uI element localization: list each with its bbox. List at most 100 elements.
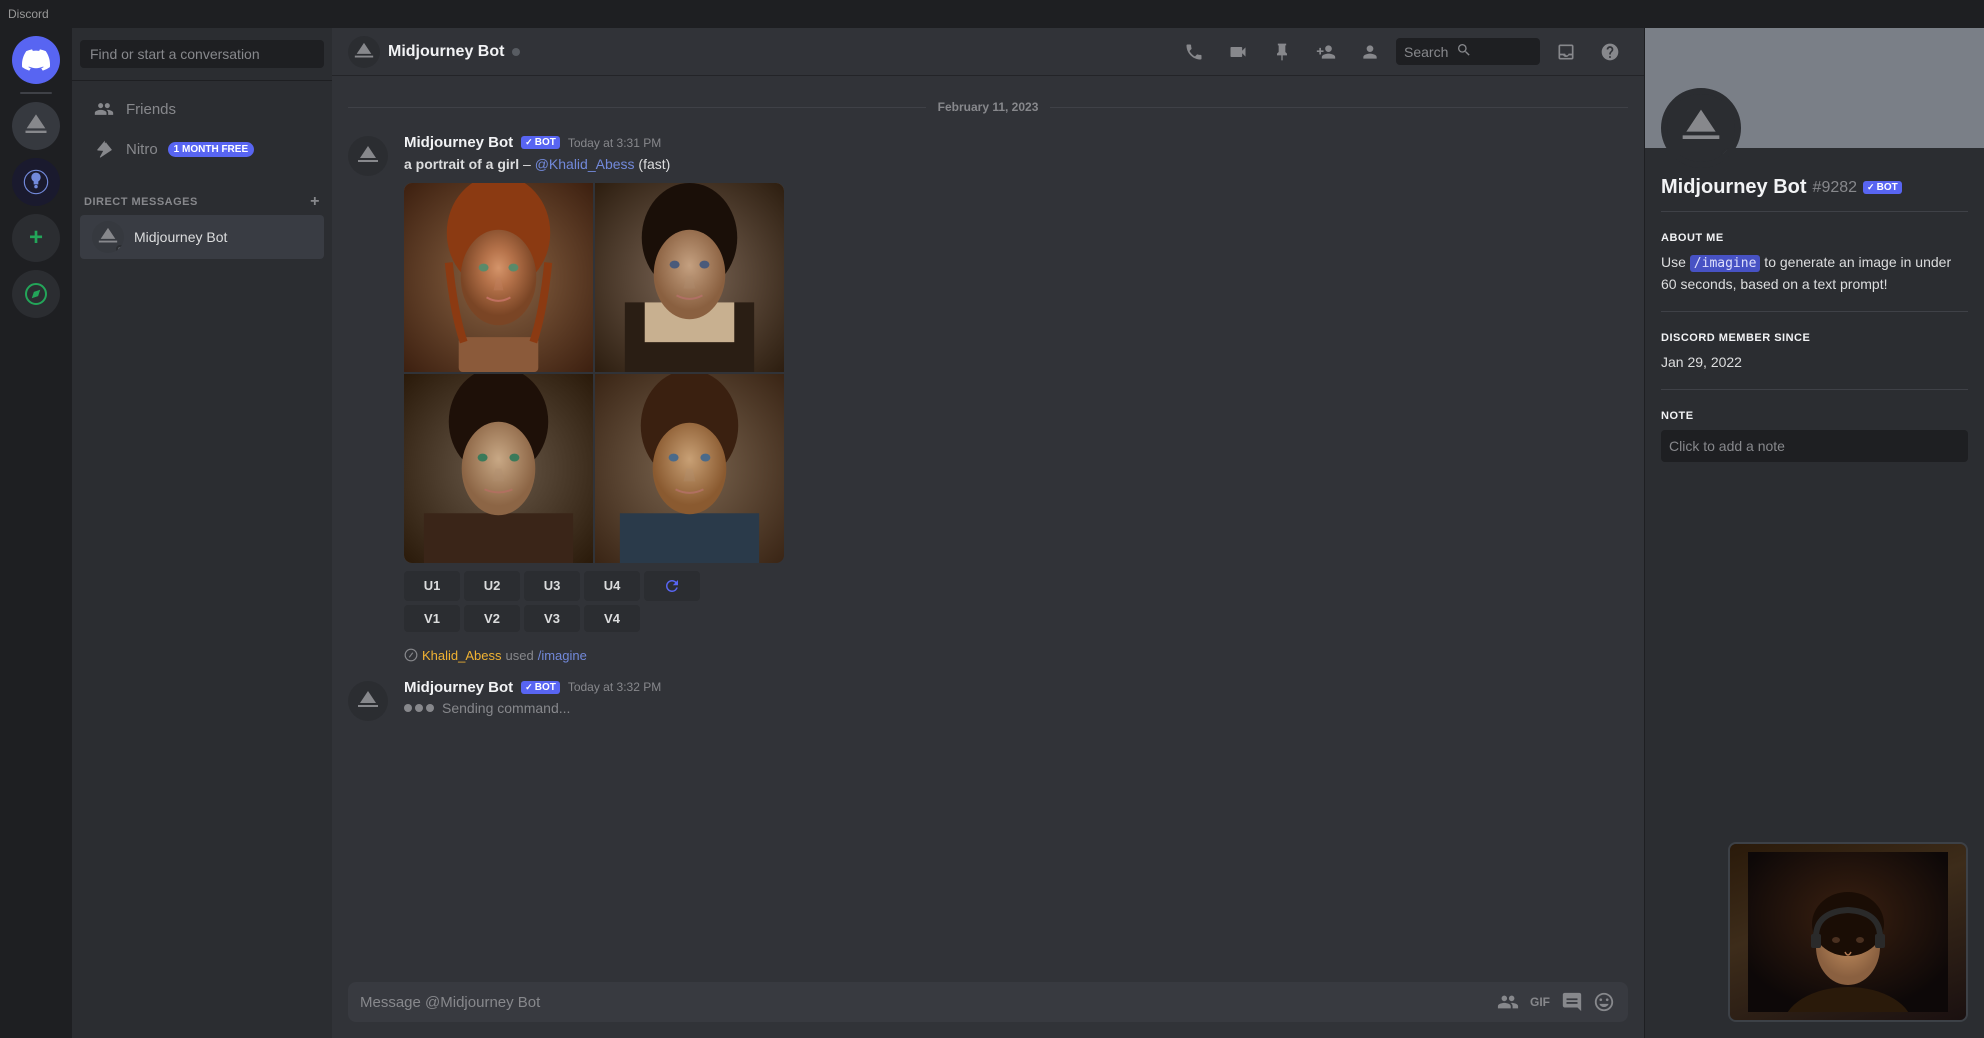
message-input[interactable] <box>360 994 1488 1011</box>
add-icon: + <box>29 224 43 252</box>
explore-servers-button[interactable] <box>12 270 60 318</box>
video-icon <box>1228 42 1248 62</box>
msg-bold-text: a portrait of a girl <box>404 156 519 172</box>
emoji-icon <box>1593 991 1615 1013</box>
u3-button[interactable]: U3 <box>524 571 580 601</box>
friends-nav-item[interactable]: Friends <box>80 89 324 129</box>
slash-icon <box>404 648 418 662</box>
v4-button[interactable]: V4 <box>584 605 640 632</box>
people-icon[interactable] <box>1496 990 1520 1014</box>
profile-bot-badge: ✓ BOT <box>1863 181 1902 194</box>
checkmark-icon: ✓ <box>525 137 533 148</box>
message-group-2: Khalid_Abess used /imagine <box>332 644 1644 671</box>
portrait-image-2[interactable] <box>595 183 784 372</box>
bot-status-dot <box>116 245 124 253</box>
message-content-1: Midjourney Bot ✓ BOT Today at 3:31 PM a … <box>404 134 1628 636</box>
portrait-image-4[interactable] <box>595 374 784 563</box>
msg-header-1: Midjourney Bot ✓ BOT Today at 3:31 PM <box>404 134 1628 151</box>
server-icon-2[interactable] <box>12 158 60 206</box>
refresh-button[interactable] <box>644 571 700 601</box>
video-content <box>1730 844 1966 1020</box>
v2-button[interactable]: V2 <box>464 605 520 632</box>
msg-author-1: Midjourney Bot <box>404 134 513 151</box>
add-server-button[interactable]: + <box>12 214 60 262</box>
imagine-command-tag: /imagine <box>1690 255 1761 272</box>
profile-name: Midjourney Bot #9282 ✓ BOT <box>1661 176 1968 199</box>
sending-indicator: Sending command... <box>404 700 1628 716</box>
server-icon-1[interactable] <box>12 102 60 150</box>
bot-avatar-2 <box>348 681 388 721</box>
discord-home-button[interactable] <box>12 36 60 84</box>
help-button[interactable] <box>1592 34 1628 70</box>
video-button[interactable] <box>1220 34 1256 70</box>
message-group-1: Midjourney Bot ✓ BOT Today at 3:31 PM a … <box>332 130 1644 640</box>
ai-icon <box>22 168 50 196</box>
profile-body: Midjourney Bot #9282 ✓ BOT ABOUT ME Use … <box>1645 148 1984 478</box>
profile-divider-2 <box>1661 311 1968 312</box>
header-search[interactable]: Search <box>1396 38 1540 65</box>
profile-divider <box>1661 211 1968 212</box>
msg-author-3: Midjourney Bot <box>404 679 513 696</box>
portrait-svg-3 <box>404 374 593 563</box>
member-since-title: DISCORD MEMBER SINCE <box>1661 332 1968 344</box>
slash-command: /imagine <box>538 648 587 663</box>
note-section: NOTE Click to add a note <box>1661 410 1968 462</box>
dm-nav: Friends Nitro 1 MONTH FREE <box>72 81 332 177</box>
channel-name: Midjourney Bot <box>388 43 504 61</box>
nitro-nav-item[interactable]: Nitro 1 MONTH FREE <box>80 129 324 169</box>
dm-midjourney-bot[interactable]: Midjourney Bot <box>80 215 324 259</box>
portrait-svg-4 <box>595 374 784 563</box>
note-input[interactable]: Click to add a note <box>1661 430 1968 462</box>
message-group-3: Midjourney Bot ✓ BOT Today at 3:32 PM <box>332 675 1644 725</box>
search-bar <box>72 28 332 81</box>
friends-icon <box>92 97 116 121</box>
emoji-button[interactable] <box>1592 990 1616 1014</box>
profile-sailboat-icon <box>1679 106 1723 150</box>
online-status-dot <box>512 48 520 56</box>
profile-discriminator: #9282 <box>1813 179 1858 197</box>
sticker-button[interactable] <box>1560 990 1584 1014</box>
sending-text: Sending command... <box>442 700 570 716</box>
msg-content-3: Midjourney Bot ✓ BOT Today at 3:32 PM <box>404 679 1628 721</box>
add-member-button[interactable] <box>1308 34 1344 70</box>
discord-icon <box>22 46 50 74</box>
u1-button[interactable]: U1 <box>404 571 460 601</box>
portrait-image-1[interactable] <box>404 183 593 372</box>
pin-button[interactable] <box>1264 34 1300 70</box>
dot-3 <box>426 704 434 712</box>
message-input-container: GIF <box>348 982 1628 1022</box>
pin-icon <box>1272 42 1292 62</box>
bot-badge-2: ✓ BOT <box>521 681 560 694</box>
dot-1 <box>404 704 412 712</box>
add-dm-button[interactable]: + <box>310 193 320 211</box>
inbox-button[interactable] <box>1548 34 1584 70</box>
sticker-icon <box>1561 991 1583 1013</box>
profile-bot-name: Midjourney Bot <box>1661 176 1807 199</box>
messages-area[interactable]: February 11, 2023 Midjourney Bot <box>332 76 1644 982</box>
titlebar: Discord <box>0 0 1984 28</box>
secondary-msg-content: Khalid_Abess used /imagine <box>404 648 587 667</box>
about-me-text: Use /imagine to generate an image in und… <box>1661 252 1968 295</box>
v3-button[interactable]: V3 <box>524 605 580 632</box>
profile-avatar-large <box>1661 88 1741 168</box>
compass-icon <box>24 282 48 306</box>
v1-button[interactable]: V1 <box>404 605 460 632</box>
search-label: Search <box>1404 44 1448 60</box>
call-button[interactable] <box>1176 34 1212 70</box>
video-feed <box>1748 852 1948 1012</box>
message-input-bar: GIF <box>332 982 1644 1038</box>
phone-icon <box>1184 42 1204 62</box>
midjourney-bot-avatar <box>92 221 124 253</box>
about-me-section: ABOUT ME Use /imagine to generate an ima… <box>1661 232 1968 295</box>
profile-status-dot <box>1721 148 1737 164</box>
u2-button[interactable]: U2 <box>464 571 520 601</box>
checkmark-icon-profile: ✓ <box>1867 182 1875 193</box>
profile-button[interactable] <box>1352 34 1388 70</box>
u4-button[interactable]: U4 <box>584 571 640 601</box>
search-input[interactable] <box>80 40 324 68</box>
msg-timestamp-1: Today at 3:31 PM <box>568 136 661 150</box>
portrait-svg-2 <box>595 183 784 372</box>
portrait-image-3[interactable] <box>404 374 593 563</box>
gif-button[interactable]: GIF <box>1528 990 1552 1014</box>
msg-timestamp-3: Today at 3:32 PM <box>568 680 661 694</box>
